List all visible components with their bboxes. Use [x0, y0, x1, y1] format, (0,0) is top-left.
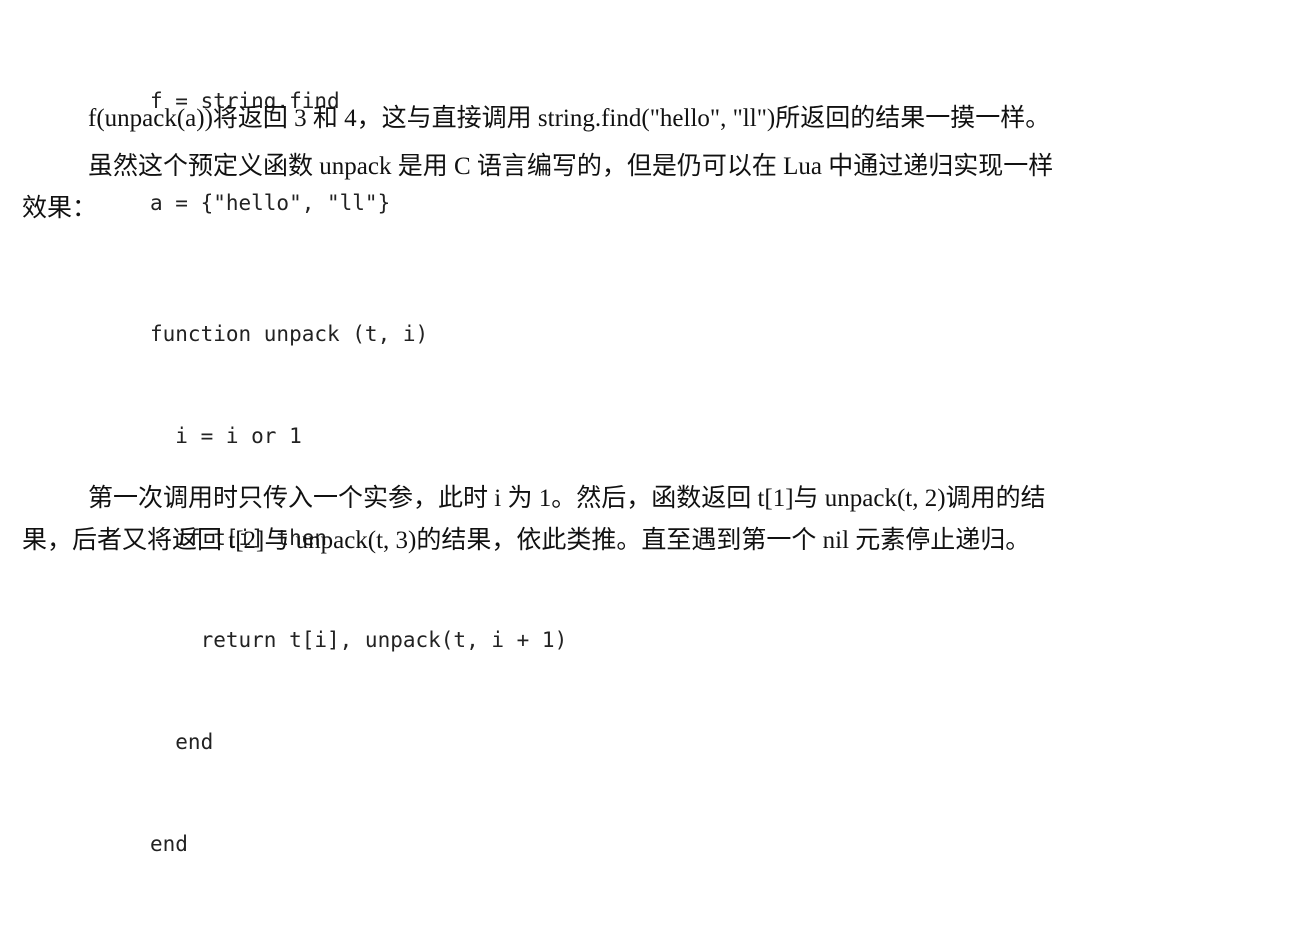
paragraph-recursion-intro-line-1: 虽然这个预定义函数 unpack 是用 C 语言编写的，但是仍可以在 Lua 中…	[88, 153, 1054, 180]
paragraph-recursion-intro-line-2: 效果：	[22, 195, 98, 222]
code-line: end	[150, 730, 214, 754]
code-block-unpack-function: function unpack (t, i) i = i or 1 if t[i…	[150, 249, 567, 929]
code-line: function unpack (t, i)	[150, 322, 429, 346]
code-line: end	[150, 832, 188, 856]
document-page: f = string.find a = {"hello", "ll"} f(un…	[0, 0, 1307, 856]
paragraph-explanation-line-2: 果，后者又将返回 t[2]与 unpack(t, 3)的结果，依此类推。直至遇到…	[22, 527, 1031, 554]
code-line: a = {"hello", "ll"}	[150, 191, 391, 215]
paragraph-explanation-line-1: 第一次调用时只传入一个实参，此时 i 为 1。然后，函数返回 t[1]与 unp…	[88, 485, 1046, 512]
code-line: return t[i], unpack(t, i + 1)	[150, 628, 568, 652]
code-line: i = i or 1	[150, 424, 302, 448]
paragraph-unpack-result: f(unpack(a))将返回 3 和 4，这与直接调用 string.find…	[88, 105, 1051, 132]
